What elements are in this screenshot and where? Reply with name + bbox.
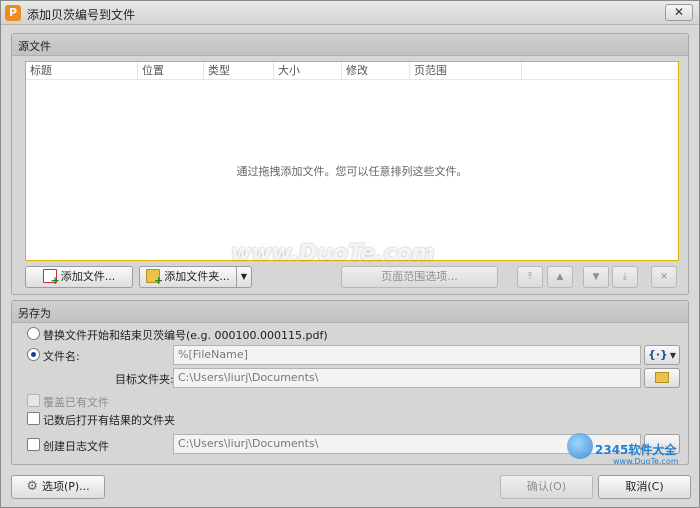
- corner-url-watermark: www.DuoTe.com: [613, 457, 679, 466]
- add-file-label: 添加文件...: [60, 270, 116, 283]
- title-bar: P 添加贝茨编号到文件 ✕: [1, 1, 699, 25]
- column-header-location[interactable]: 位置: [138, 62, 204, 80]
- corner-logo-watermark: 2345软件大全: [595, 443, 677, 457]
- macro-icon: {·}: [648, 348, 668, 361]
- column-header-size[interactable]: 大小: [274, 62, 342, 80]
- add-folder-button[interactable]: 添加文件夹...: [139, 266, 237, 288]
- source-files-title: 源文件: [18, 40, 51, 53]
- add-file-button[interactable]: 添加文件...: [25, 266, 133, 288]
- file-list-header: 标题 位置 类型 大小 修改 页范围: [26, 62, 678, 80]
- add-folder-dropdown-button[interactable]: ▼: [236, 266, 252, 288]
- options-label: 选项(P)...: [41, 480, 90, 493]
- add-folder-icon: [146, 269, 163, 286]
- filename-input[interactable]: %[FileName]: [173, 345, 641, 365]
- ok-button[interactable]: 确认(O): [500, 475, 593, 499]
- open-folder-label: 记数后打开有结果的文件夹: [43, 414, 175, 427]
- remove-file-icon: ✕: [660, 272, 668, 282]
- options-button[interactable]: ⚙ 选项(P)...: [11, 475, 105, 499]
- folder-browse-icon: [655, 372, 669, 383]
- close-button[interactable]: ✕: [665, 4, 693, 21]
- cancel-button[interactable]: 取消(C): [598, 475, 691, 499]
- create-log-label: 创建日志文件: [43, 440, 109, 453]
- dialog-window: P 添加贝茨编号到文件 ✕ 源文件 标题 位置 类型 大小 修改 页范围 通过拖…: [0, 0, 700, 508]
- page-range-options-button[interactable]: 页面范围选项...: [341, 266, 498, 288]
- empty-list-message: 通过拖拽添加文件。您可以任意排列这些文件。: [236, 165, 468, 178]
- window-title: 添加贝茨编号到文件: [27, 8, 136, 22]
- column-header-page-range[interactable]: 页范围: [410, 62, 522, 80]
- move-bottom-icon: ⤓: [623, 272, 627, 282]
- filename-macro-button[interactable]: {·} ▼: [644, 345, 680, 365]
- move-up-button[interactable]: ▲: [547, 266, 573, 288]
- mascot-logo-icon: [567, 433, 593, 459]
- add-folder-label: 添加文件夹...: [164, 270, 230, 283]
- browse-folder-button[interactable]: [644, 368, 680, 388]
- filename-radio[interactable]: [27, 348, 40, 361]
- move-top-icon: ⤒: [528, 272, 532, 282]
- file-list[interactable]: 标题 位置 类型 大小 修改 页范围 通过拖拽添加文件。您可以任意排列这些文件。: [25, 61, 679, 261]
- overwrite-checkbox[interactable]: [27, 394, 40, 407]
- filename-label: 文件名:: [43, 350, 80, 363]
- open-folder-checkbox[interactable]: [27, 412, 40, 425]
- column-header-title[interactable]: 标题: [26, 62, 138, 80]
- add-file-icon: [42, 269, 60, 286]
- app-logo-icon: P: [5, 5, 21, 21]
- move-to-bottom-button[interactable]: ⤓: [612, 266, 638, 288]
- target-folder-label: 目标文件夹:: [115, 373, 174, 386]
- save-as-title: 另存为: [18, 307, 51, 320]
- move-down-button[interactable]: ▼: [583, 266, 609, 288]
- arrow-down-icon: ▼: [592, 272, 600, 282]
- arrow-up-icon: ▲: [556, 272, 564, 282]
- remove-file-button[interactable]: ✕: [651, 266, 677, 288]
- duote-watermark: www.DuoTe.com: [231, 241, 435, 266]
- source-files-header: 源文件: [12, 34, 688, 56]
- chevron-down-icon: ▼: [669, 351, 676, 360]
- replace-bates-radio[interactable]: [27, 327, 40, 340]
- gear-icon: ⚙: [26, 479, 38, 494]
- overwrite-label: 覆盖已有文件: [43, 396, 109, 409]
- create-log-checkbox[interactable]: [27, 438, 40, 451]
- chevron-down-icon: ▼: [240, 272, 248, 281]
- column-header-modified[interactable]: 修改: [342, 62, 410, 80]
- move-to-top-button[interactable]: ⤒: [517, 266, 543, 288]
- replace-bates-label: 替换文件开始和结束贝茨编号(e.g. 000100.000115.pdf): [43, 329, 328, 342]
- column-header-type[interactable]: 类型: [204, 62, 274, 80]
- save-as-header: 另存为: [12, 301, 688, 323]
- target-folder-input[interactable]: C:\Users\liurj\Documents\: [173, 368, 641, 388]
